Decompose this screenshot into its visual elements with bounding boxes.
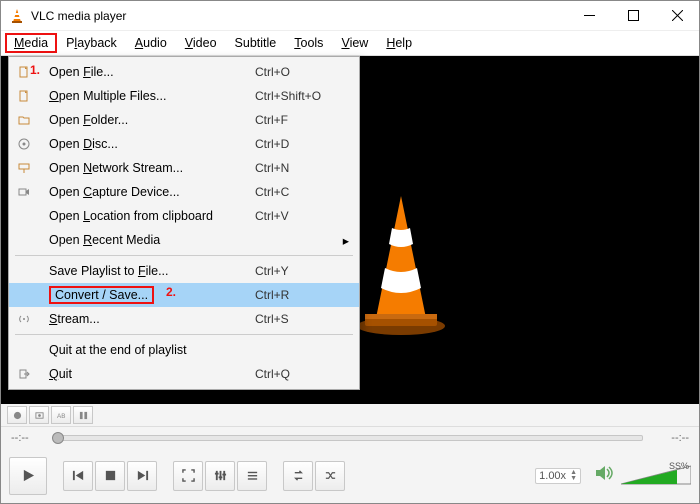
total-time: --:--	[651, 432, 689, 444]
menu-item-label: Open Folder...	[35, 113, 255, 127]
menu-tools[interactable]: Tools	[285, 33, 332, 53]
menu-item-label: Open Capture Device...	[35, 185, 255, 199]
seekbar: --:-- --:--	[1, 426, 699, 448]
menu-item-quit[interactable]: QuitCtrl+Q	[9, 362, 359, 386]
menu-audio[interactable]: Audio	[126, 33, 176, 53]
stop-button[interactable]	[95, 461, 125, 491]
menu-item-stream[interactable]: Stream...Ctrl+S	[9, 307, 359, 331]
previous-button[interactable]	[63, 461, 93, 491]
menu-item-accelerator: Ctrl+V	[255, 209, 335, 223]
menu-item-accelerator: Ctrl+Shift+O	[255, 89, 335, 103]
playback-controls: 1.00x ▲▼ SS%	[1, 448, 699, 503]
menu-view[interactable]: View	[332, 33, 377, 53]
mini-toolbar: AB	[1, 404, 699, 426]
record-button[interactable]	[7, 406, 27, 424]
menu-item-accelerator: Ctrl+O	[255, 65, 335, 79]
titlebar: VLC media player	[1, 1, 699, 31]
window-title: VLC media player	[31, 9, 567, 23]
quit-icon	[13, 368, 35, 380]
speed-value: 1.00x	[539, 470, 566, 482]
menu-item-save-playlist-to-file[interactable]: Save Playlist to File...Ctrl+Y	[9, 259, 359, 283]
cap-icon	[13, 186, 35, 198]
net-icon	[13, 162, 35, 174]
menu-item-open-disc[interactable]: Open Disc...Ctrl+D	[9, 132, 359, 156]
folder-icon	[13, 114, 35, 126]
menu-item-label: Convert / Save...	[35, 286, 255, 304]
menu-item-accelerator: Ctrl+C	[255, 185, 335, 199]
menu-video[interactable]: Video	[176, 33, 226, 53]
atob-loop-button[interactable]: AB	[51, 406, 71, 424]
media-menu-dropdown: Open File...Ctrl+OOpen Multiple Files...…	[8, 56, 360, 390]
menu-item-label: Stream...	[35, 312, 255, 326]
menu-item-accelerator: Ctrl+Y	[255, 264, 335, 278]
menu-separator	[15, 334, 353, 335]
minimize-button[interactable]	[567, 1, 611, 31]
menu-item-label: Quit at the end of playlist	[35, 343, 255, 357]
menu-playback[interactable]: Playback	[57, 33, 126, 53]
seek-slider[interactable]	[57, 435, 643, 441]
menu-item-label: Quit	[35, 367, 255, 381]
svg-text:AB: AB	[57, 413, 65, 420]
volume-slider[interactable]: SS%	[621, 464, 691, 488]
menu-item-open-recent-media[interactable]: Open Recent Media ▸	[9, 228, 359, 252]
menu-item-open-location-from-clipboard[interactable]: Open Location from clipboardCtrl+V	[9, 204, 359, 228]
menu-item-accelerator: Ctrl+F	[255, 113, 335, 127]
file-icon	[13, 90, 35, 102]
frame-step-button[interactable]	[73, 406, 93, 424]
menu-item-accelerator: Ctrl+Q	[255, 367, 335, 381]
menu-item-accelerator: Ctrl+D	[255, 137, 335, 151]
menu-item-open-folder[interactable]: Open Folder...Ctrl+F	[9, 108, 359, 132]
menu-item-label: Open Recent Media	[35, 233, 255, 247]
app-icon	[9, 8, 25, 24]
menu-item-accelerator: Ctrl+S	[255, 312, 335, 326]
annotation-2: 2.	[166, 285, 176, 299]
fullscreen-button[interactable]	[173, 461, 203, 491]
menu-item-quit-at-the-end-of-playlist[interactable]: Quit at the end of playlist	[9, 338, 359, 362]
menu-item-open-network-stream[interactable]: Open Network Stream...Ctrl+N	[9, 156, 359, 180]
loop-button[interactable]	[283, 461, 313, 491]
menu-item-label: Open Network Stream...	[35, 161, 255, 175]
menu-item-label: Open Disc...	[35, 137, 255, 151]
menu-item-accelerator: Ctrl+N	[255, 161, 335, 175]
menu-item-label: Open Location from clipboard	[35, 209, 255, 223]
close-button[interactable]	[655, 1, 699, 31]
menu-separator	[15, 255, 353, 256]
disc-icon	[13, 138, 35, 150]
volume-percent: SS%	[669, 461, 689, 471]
menubar: MediaPlaybackAudioVideoSubtitleToolsView…	[1, 31, 699, 56]
menu-item-convert-save[interactable]: Convert / Save...Ctrl+R	[9, 283, 359, 307]
speaker-icon[interactable]	[595, 465, 615, 486]
menu-subtitle[interactable]: Subtitle	[226, 33, 286, 53]
volume-control: SS%	[595, 464, 691, 488]
shuffle-button[interactable]	[315, 461, 345, 491]
menu-help[interactable]: Help	[377, 33, 421, 53]
stream-icon	[13, 313, 35, 325]
annotation-1: 1.	[30, 63, 40, 77]
menu-item-open-file[interactable]: Open File...Ctrl+O	[9, 60, 359, 84]
snapshot-button[interactable]	[29, 406, 49, 424]
vlc-cone-icon	[351, 196, 451, 341]
playlist-button[interactable]	[237, 461, 267, 491]
play-button[interactable]	[9, 457, 47, 495]
menu-item-accelerator: Ctrl+R	[255, 288, 335, 302]
seek-thumb[interactable]	[52, 432, 64, 444]
extended-settings-button[interactable]	[205, 461, 235, 491]
speed-stepper-icon: ▲▼	[570, 470, 577, 482]
menu-item-label: Open File...	[35, 65, 255, 79]
elapsed-time: --:--	[11, 432, 49, 444]
menu-item-open-multiple-files[interactable]: Open Multiple Files...Ctrl+Shift+O	[9, 84, 359, 108]
playback-speed[interactable]: 1.00x ▲▼	[535, 468, 581, 484]
menu-item-label: Save Playlist to File...	[35, 264, 255, 278]
next-button[interactable]	[127, 461, 157, 491]
menu-media[interactable]: Media	[5, 33, 57, 53]
menu-item-label: Open Multiple Files...	[35, 89, 255, 103]
submenu-arrow-icon: ▸	[335, 233, 349, 248]
maximize-button[interactable]	[611, 1, 655, 31]
menu-item-open-capture-device[interactable]: Open Capture Device...Ctrl+C	[9, 180, 359, 204]
